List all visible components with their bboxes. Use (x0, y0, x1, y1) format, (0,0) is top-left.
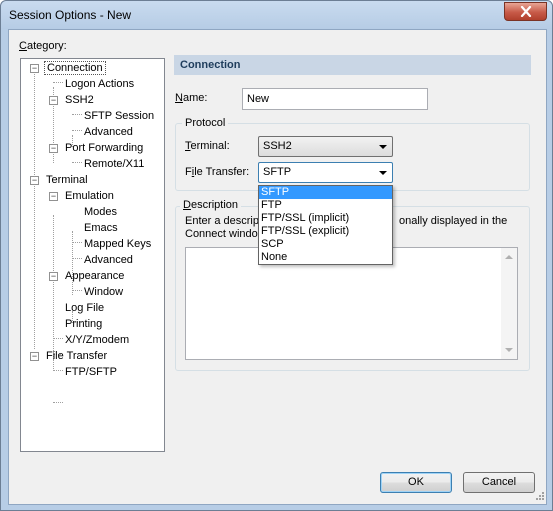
close-icon (520, 6, 531, 17)
scroll-down-icon[interactable] (505, 347, 513, 353)
collapse-toggle-icon[interactable]: − (49, 144, 58, 153)
collapse-toggle-icon[interactable]: − (30, 176, 39, 185)
section-header: Connection (174, 55, 531, 75)
dialog-client-area: Category: − Connection Logon Actions − S… (8, 29, 547, 505)
cancel-button[interactable]: Cancel (463, 472, 535, 493)
ok-button[interactable]: OK (380, 472, 452, 493)
dropdown-option-none[interactable]: None (259, 251, 392, 264)
dropdown-option-scp[interactable]: SCP (259, 238, 392, 251)
file-transfer-select[interactable]: SFTP (258, 162, 393, 183)
terminal-select[interactable]: SSH2 (258, 136, 393, 157)
resize-grip-icon[interactable] (533, 491, 545, 503)
description-hint-end: onally displayed in the (399, 215, 508, 227)
chevron-down-icon (379, 171, 387, 175)
description-hint-line2: Connect windo (185, 228, 258, 240)
dropdown-option-sftp[interactable]: SFTP (259, 186, 392, 199)
file-transfer-dropdown-list[interactable]: SFTP FTP FTP/SSL (implicit) FTP/SSL (exp… (258, 185, 393, 265)
description-hint-start: Enter a descrip (185, 215, 259, 227)
protocol-group-title: Protocol (182, 117, 229, 129)
scroll-up-icon[interactable] (505, 254, 513, 260)
collapse-toggle-icon[interactable]: − (30, 64, 39, 73)
collapse-toggle-icon[interactable]: − (49, 96, 58, 105)
collapse-toggle-icon[interactable]: − (49, 192, 58, 201)
collapse-toggle-icon[interactable]: − (49, 272, 58, 281)
category-label: Category: (19, 40, 67, 52)
window-title: Session Options - New (9, 8, 132, 22)
dropdown-option-ftp-ssl-implicit[interactable]: FTP/SSL (implicit) (259, 212, 392, 225)
session-options-window: Session Options - New Category: − Connec… (0, 0, 553, 511)
collapse-toggle-icon[interactable]: − (30, 352, 39, 361)
description-group-title: Description (180, 199, 242, 211)
name-label: Name: (175, 92, 208, 104)
chevron-down-icon (379, 145, 387, 149)
dropdown-option-ftp-ssl-explicit[interactable]: FTP/SSL (explicit) (259, 225, 392, 238)
close-button[interactable] (504, 2, 547, 21)
category-tree[interactable]: − Connection Logon Actions − SSH2 SFTP S… (20, 58, 165, 452)
name-input[interactable]: New (242, 88, 428, 110)
terminal-label: Terminal: (185, 140, 230, 152)
title-bar: Session Options - New (1, 1, 552, 29)
description-scrollbar[interactable] (501, 248, 517, 359)
dropdown-option-ftp[interactable]: FTP (259, 199, 392, 212)
file-transfer-label: File Transfer: (185, 166, 250, 178)
